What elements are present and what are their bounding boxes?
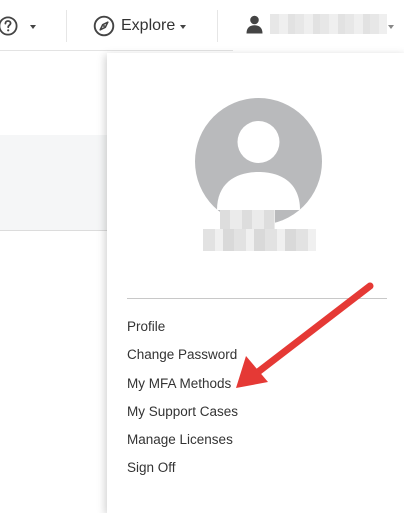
account-name-redacted [203, 229, 316, 251]
caret-down-icon [30, 25, 36, 29]
compass-icon [93, 15, 115, 37]
user-avatar-icon [195, 98, 322, 225]
menu-divider [127, 298, 387, 299]
user-menu-button[interactable] [233, 0, 404, 53]
top-navigation-bar: Explore [0, 0, 404, 53]
background-divider [0, 230, 107, 231]
caret-down-icon [180, 25, 186, 29]
nav-divider [217, 10, 218, 42]
explore-menu-button[interactable]: Explore [80, 0, 210, 50]
menu-item-support-cases[interactable]: My Support Cases [127, 403, 238, 431]
background-panel-shaded [0, 135, 107, 230]
person-icon [246, 15, 263, 34]
explore-label: Explore [121, 17, 176, 34]
help-menu-button[interactable] [0, 0, 50, 50]
nav-divider [66, 10, 67, 42]
account-menu-list: Profile Change Password My MFA Methods M… [127, 318, 238, 488]
menu-item-profile[interactable]: Profile [127, 318, 238, 346]
menu-item-manage-licenses[interactable]: Manage Licenses [127, 431, 238, 459]
menu-item-sign-off[interactable]: Sign Off [127, 459, 238, 487]
username-redacted [270, 14, 387, 34]
menu-item-mfa-methods[interactable]: My MFA Methods [127, 375, 238, 403]
question-circle-icon [0, 16, 18, 36]
menu-item-change-password[interactable]: Change Password [127, 346, 238, 374]
user-dropdown-menu: Profile Change Password My MFA Methods M… [107, 53, 404, 513]
background-panel [0, 51, 107, 135]
caret-down-icon [388, 25, 394, 29]
